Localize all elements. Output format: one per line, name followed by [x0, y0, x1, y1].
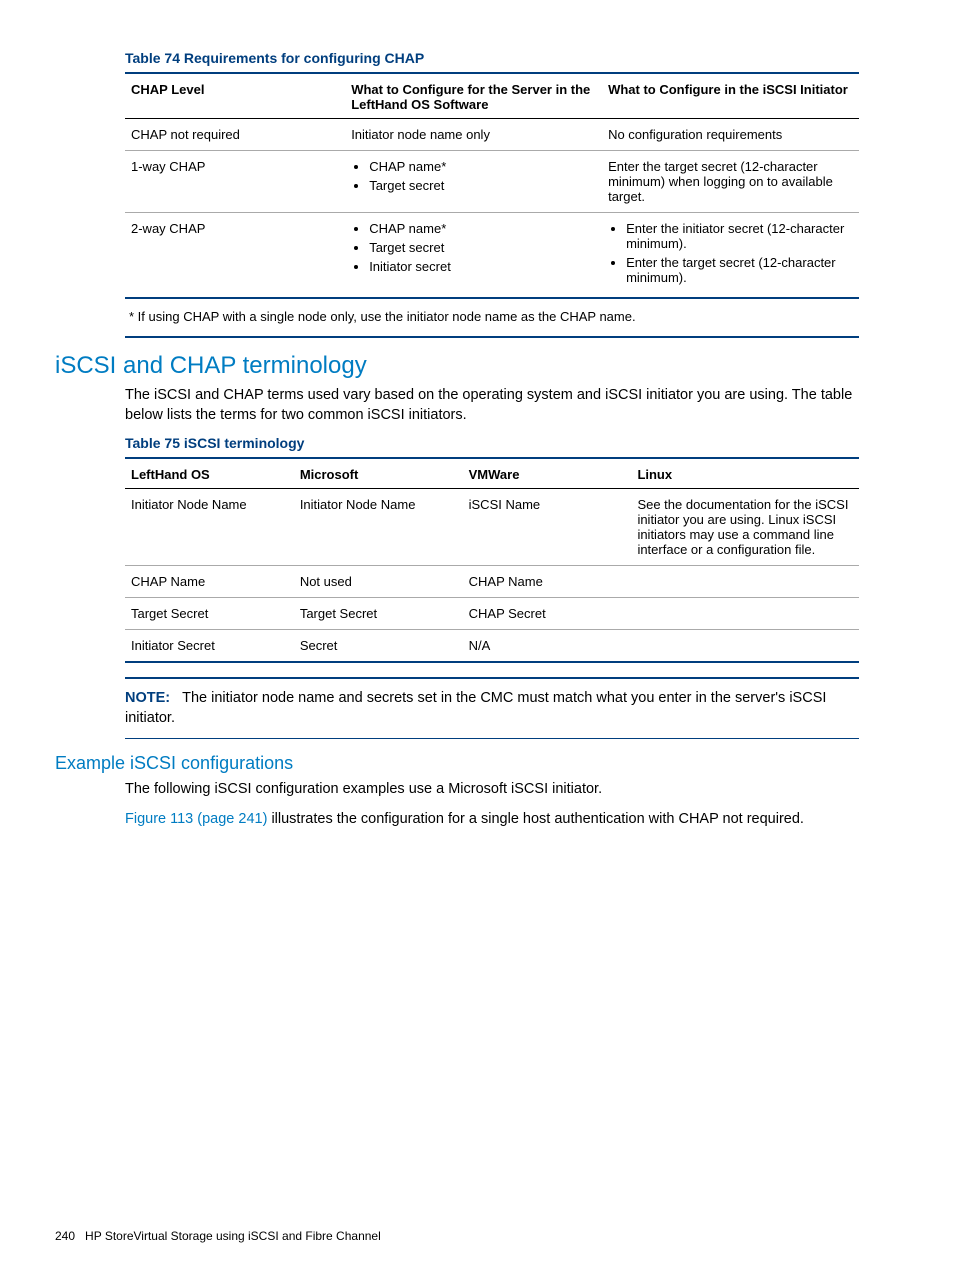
table75-h3: VMWare: [463, 458, 632, 489]
table-row: CHAP Name Not used CHAP Name: [125, 566, 859, 598]
divider: [125, 336, 859, 338]
table75: LeftHand OS Microsoft VMWare Linux Initi…: [125, 457, 859, 663]
table75-header-row: LeftHand OS Microsoft VMWare Linux: [125, 458, 859, 489]
table-row: 1-way CHAP CHAP name* Target secret Ente…: [125, 151, 859, 213]
table-row: Initiator Node Name Initiator Node Name …: [125, 489, 859, 566]
table-row: CHAP not required Initiator node name on…: [125, 119, 859, 151]
cell: Initiator Secret: [125, 630, 294, 663]
table74-header-row: CHAP Level What to Configure for the Ser…: [125, 73, 859, 119]
cell: No configuration requirements: [602, 119, 859, 151]
list-item: CHAP name*: [369, 159, 596, 174]
cell: CHAP Name: [463, 566, 632, 598]
table74: CHAP Level What to Configure for the Ser…: [125, 72, 859, 299]
list-item: Enter the initiator secret (12-character…: [626, 221, 853, 251]
table74-h3: What to Configure in the iSCSI Initiator: [602, 73, 859, 119]
note-text: The initiator node name and secrets set …: [125, 690, 826, 726]
table75-title: Table 75 iSCSI terminology: [125, 435, 859, 451]
table74-h2: What to Configure for the Server in the …: [345, 73, 602, 119]
cell: Enter the initiator secret (12-character…: [602, 213, 859, 299]
figure-link[interactable]: Figure 113 (page 241): [125, 811, 267, 827]
cell: CHAP Secret: [463, 598, 632, 630]
cell: Enter the target secret (12-character mi…: [602, 151, 859, 213]
cell: [631, 566, 859, 598]
cell: iSCSI Name: [463, 489, 632, 566]
cell: [631, 630, 859, 663]
cell: Target Secret: [294, 598, 463, 630]
footer-text: HP StoreVirtual Storage using iSCSI and …: [85, 1229, 381, 1243]
table74-footnote: * If using CHAP with a single node only,…: [125, 307, 859, 330]
cell: Secret: [294, 630, 463, 663]
table75-h4: Linux: [631, 458, 859, 489]
cell: Initiator Node Name: [294, 489, 463, 566]
page-footer: 240 HP StoreVirtual Storage using iSCSI a…: [55, 1229, 381, 1243]
cell: CHAP name* Target secret Initiator secre…: [345, 213, 602, 299]
cell: Target Secret: [125, 598, 294, 630]
table-row: Target Secret Target Secret CHAP Secret: [125, 598, 859, 630]
cell: [631, 598, 859, 630]
section-heading-terminology: iSCSI and CHAP terminology: [55, 352, 859, 380]
list-item: Target secret: [369, 240, 596, 255]
table75-h1: LeftHand OS: [125, 458, 294, 489]
cell: See the documentation for the iSCSI init…: [631, 489, 859, 566]
table74-title: Table 74 Requirements for configuring CH…: [125, 50, 859, 66]
page-number: 240: [55, 1229, 75, 1243]
cell: Not used: [294, 566, 463, 598]
cell: CHAP not required: [125, 119, 345, 151]
cell: Initiator node name only: [345, 119, 602, 151]
table74-h1: CHAP Level: [125, 73, 345, 119]
section2-para2-rest: illustrates the configuration for a sing…: [267, 811, 804, 827]
table-row: Initiator Secret Secret N/A: [125, 630, 859, 663]
cell: Initiator Node Name: [125, 489, 294, 566]
note-box: NOTE:The initiator node name and secrets…: [125, 677, 859, 739]
list-item: Enter the target secret (12-character mi…: [626, 255, 853, 285]
section-heading-example: Example iSCSI configurations: [55, 753, 859, 774]
cell: N/A: [463, 630, 632, 663]
list-item: Initiator secret: [369, 259, 596, 274]
section1-para: The iSCSI and CHAP terms used vary based…: [125, 386, 859, 425]
cell: 2-way CHAP: [125, 213, 345, 299]
cell: CHAP Name: [125, 566, 294, 598]
list-item: Target secret: [369, 178, 596, 193]
list-item: CHAP name*: [369, 221, 596, 236]
section2-para1: The following iSCSI configuration exampl…: [125, 780, 859, 800]
cell: 1-way CHAP: [125, 151, 345, 213]
table75-h2: Microsoft: [294, 458, 463, 489]
section2-para2: Figure 113 (page 241) illustrates the co…: [125, 810, 859, 830]
note-label: NOTE:: [125, 690, 170, 706]
table-row: 2-way CHAP CHAP name* Target secret Init…: [125, 213, 859, 299]
cell: CHAP name* Target secret: [345, 151, 602, 213]
